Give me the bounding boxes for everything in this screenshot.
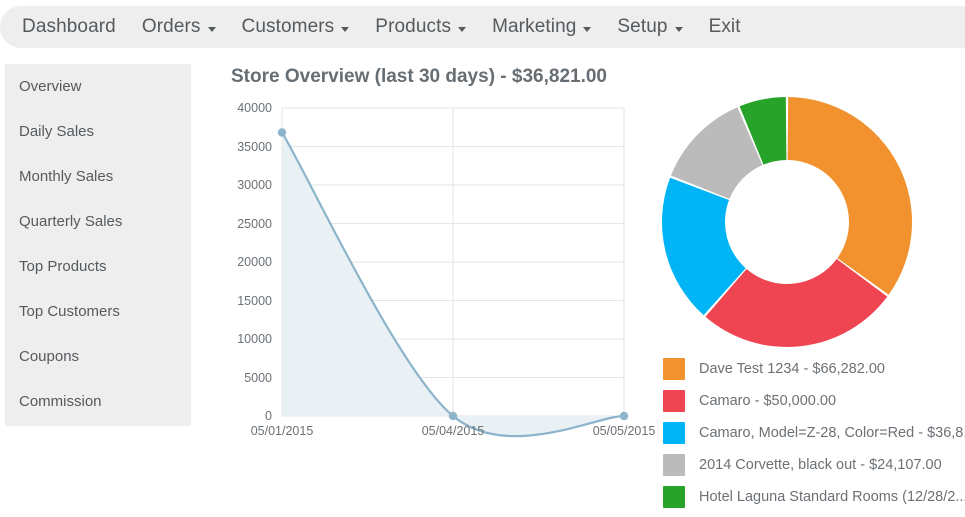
legend-item-label: Hotel Laguna Standard Rooms (12/28/2...: [699, 489, 965, 505]
nav-item-label: Setup: [617, 16, 668, 37]
y-axis-tick-label: 25000: [237, 216, 272, 231]
area-chart-svg: [277, 107, 629, 438]
nav-item-label: Exit: [708, 16, 741, 37]
y-axis-tick-label: 0: [265, 409, 272, 423]
chevron-down-icon: [583, 26, 592, 32]
sidebar-item-label: Top Customers: [19, 303, 120, 320]
sidebar-item-label: Quarterly Sales: [19, 213, 123, 230]
nav-item-label: Customers: [241, 16, 335, 37]
nav-item-label: Dashboard: [22, 16, 116, 37]
sidebar-item-commission[interactable]: Commission: [5, 379, 191, 424]
legend-item[interactable]: Camaro - $50,000.00: [663, 385, 965, 417]
nav-item-customers[interactable]: Customers: [242, 16, 350, 38]
legend-item-label: 2014 Corvette, black out - $24,107.00: [699, 457, 942, 473]
chevron-down-icon: [341, 26, 350, 32]
sidebar-nav: Overview Daily Sales Monthly Sales Quarterl…: [5, 64, 191, 426]
legend-color-swatch: [663, 486, 685, 508]
x-axis-tick-label: 05/01/2015: [250, 424, 314, 438]
nav-item-label: Products: [375, 16, 452, 37]
nav-item-dashboard[interactable]: Dashboard: [22, 16, 116, 38]
y-axis-tick-label: 20000: [237, 255, 272, 269]
y-axis-tick-label: 30000: [237, 178, 272, 192]
sidebar-item-overview[interactable]: Overview: [5, 64, 191, 109]
data-point-marker[interactable]: [619, 411, 629, 421]
sidebar-item-label: Monthly Sales: [19, 168, 114, 185]
top-products-donut-chart: [655, 90, 925, 355]
y-axis-tick-label: 40000: [237, 101, 272, 115]
nav-item-exit[interactable]: Exit: [709, 16, 741, 38]
donut-slice[interactable]: [787, 97, 912, 295]
page-title: Store Overview (last 30 days) - $36,821.…: [231, 66, 607, 87]
legend-item[interactable]: Dave Test 1234 - $66,282.00: [663, 353, 965, 385]
sidebar-item-monthly-sales[interactable]: Monthly Sales: [5, 154, 191, 199]
y-axis-tick-label: 35000: [237, 139, 272, 154]
nav-item-marketing[interactable]: Marketing: [492, 16, 592, 38]
main-navbar: Dashboard Orders Customers Products Marketin…: [0, 6, 965, 48]
sidebar-item-label: Top Products: [19, 258, 107, 275]
nav-item-orders[interactable]: Orders: [142, 16, 216, 38]
legend-item[interactable]: 2014 Corvette, black out - $24,107.00: [663, 449, 965, 481]
legend-color-swatch: [663, 390, 685, 412]
sidebar-item-label: Commission: [19, 393, 102, 410]
sidebar-item-top-customers[interactable]: Top Customers: [5, 289, 191, 334]
sidebar-item-coupons[interactable]: Coupons: [5, 334, 191, 379]
sidebar-item-quarterly-sales[interactable]: Quarterly Sales: [5, 199, 191, 244]
sidebar-item-label: Coupons: [19, 348, 80, 365]
donut-chart-svg: [662, 97, 912, 347]
nav-item-label: Orders: [141, 16, 201, 37]
legend-item[interactable]: Camaro, Model=Z-28, Color=Red - $36,8...: [663, 417, 965, 449]
data-point-marker[interactable]: [448, 411, 458, 421]
x-axis-tick-label: 05/04/2015: [421, 424, 485, 438]
nav-item-label: Marketing: [492, 16, 577, 37]
chevron-down-icon: [674, 26, 683, 32]
legend-color-swatch: [663, 454, 685, 476]
legend-item[interactable]: Hotel Laguna Standard Rooms (12/28/2...: [663, 481, 965, 513]
legend-color-swatch: [663, 358, 685, 380]
legend-item-label: Camaro, Model=Z-28, Color=Red - $36,8...: [699, 425, 965, 441]
chevron-down-icon: [458, 26, 467, 32]
chevron-down-icon: [207, 26, 216, 32]
sidebar-item-label: Overview: [19, 78, 82, 95]
sidebar-item-label: Daily Sales: [19, 123, 95, 140]
y-axis-tick-label: 5000: [244, 370, 272, 385]
donut-chart-legend: Dave Test 1234 - $66,282.00 Camaro - $50,…: [663, 353, 965, 513]
sidebar-item-daily-sales[interactable]: Daily Sales: [5, 109, 191, 154]
legend-item-label: Dave Test 1234 - $66,282.00: [699, 361, 885, 377]
dashboard-page: Dashboard Orders Customers Products Marketin…: [0, 0, 965, 517]
legend-item-label: Camaro - $50,000.00: [699, 393, 837, 409]
data-point-marker[interactable]: [277, 128, 287, 137]
nav-item-setup[interactable]: Setup: [617, 16, 683, 38]
x-axis-tick-label: 05/05/2015: [592, 424, 656, 438]
sidebar-item-top-products[interactable]: Top Products: [5, 244, 191, 289]
y-axis-tick-label: 10000: [237, 332, 272, 346]
store-overview-area-chart: 0 5000 10000 15000 20000 25000 30000 35000 40000…: [222, 98, 655, 438]
y-axis-tick-label: 15000: [237, 293, 272, 308]
nav-item-products[interactable]: Products: [375, 16, 467, 38]
legend-color-swatch: [663, 422, 685, 444]
